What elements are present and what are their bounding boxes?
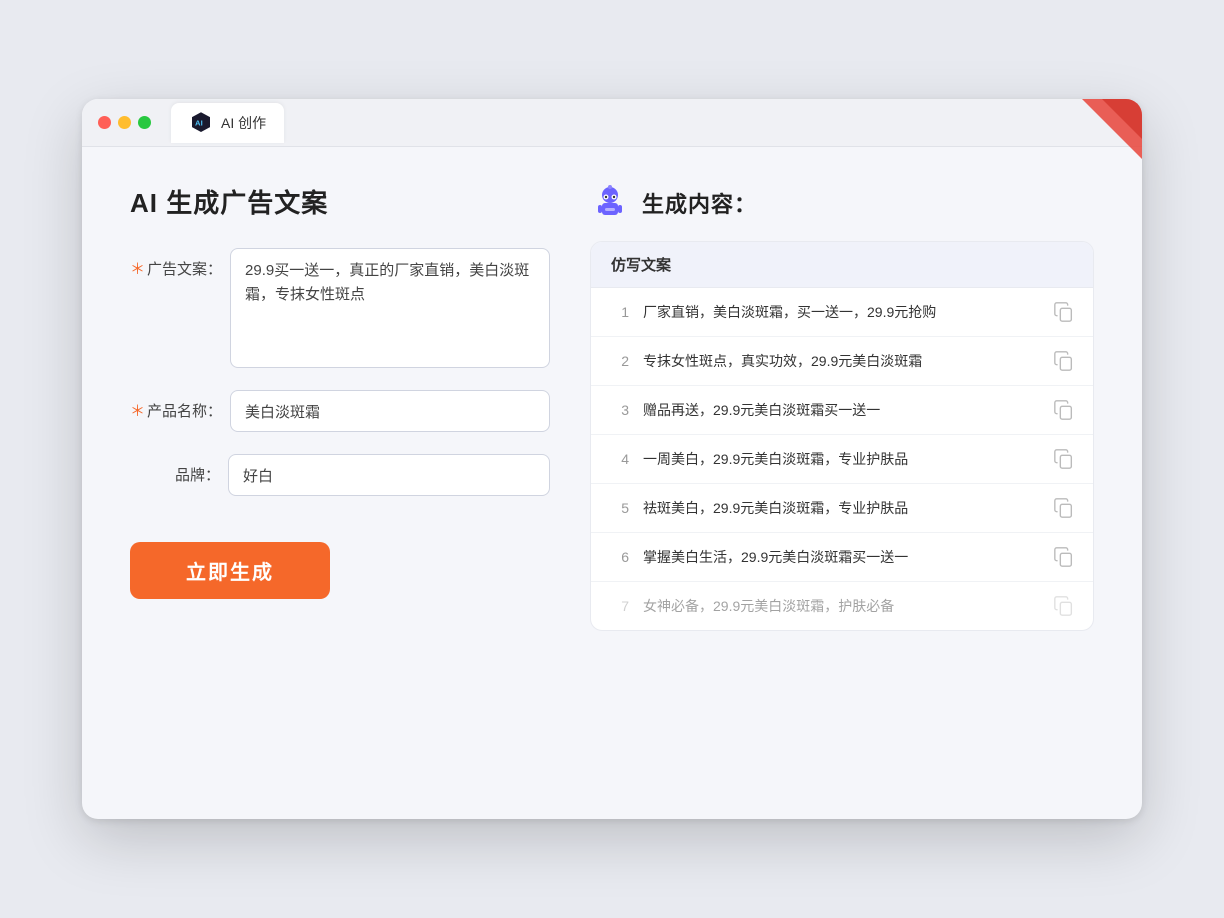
row-number: 6 bbox=[609, 549, 629, 565]
ad-copy-input[interactable]: 29.9买一送一，真正的厂家直销，美白淡斑霜，专抹女性斑点 bbox=[230, 248, 550, 368]
row-number: 2 bbox=[609, 353, 629, 369]
table-row: 3 赠品再送，29.9元美白淡斑霜买一送一 bbox=[591, 386, 1093, 435]
table-row: 7 女神必备，29.9元美白淡斑霜，护肤必备 bbox=[591, 582, 1093, 630]
row-number: 5 bbox=[609, 500, 629, 516]
left-panel: AI 生成广告文案 ＊广告文案： 29.9买一送一，真正的厂家直销，美白淡斑霜，… bbox=[130, 183, 550, 631]
copy-icon[interactable] bbox=[1053, 497, 1075, 519]
robot-icon bbox=[590, 183, 630, 223]
brand-group: 品牌： 好白 bbox=[130, 454, 550, 496]
svg-text:AI: AI bbox=[195, 118, 203, 127]
result-header: 生成内容： bbox=[590, 183, 1094, 223]
row-number: 7 bbox=[609, 598, 629, 614]
result-title: 生成内容： bbox=[642, 187, 757, 219]
brand-input[interactable]: 好白 bbox=[228, 454, 550, 496]
row-text: 赠品再送，29.9元美白淡斑霜买一送一 bbox=[643, 400, 1039, 421]
table-row: 5 祛斑美白，29.9元美白淡斑霜，专业护肤品 bbox=[591, 484, 1093, 533]
copy-icon[interactable] bbox=[1053, 448, 1075, 470]
product-name-input[interactable]: 美白淡斑霜 bbox=[230, 390, 550, 432]
maximize-button[interactable] bbox=[138, 116, 151, 129]
minimize-button[interactable] bbox=[118, 116, 131, 129]
table-header: 仿写文案 bbox=[591, 242, 1093, 288]
product-name-group: ＊产品名称： 美白淡斑霜 bbox=[130, 390, 550, 432]
content-area: AI 生成广告文案 ＊广告文案： 29.9买一送一，真正的厂家直销，美白淡斑霜，… bbox=[82, 147, 1142, 667]
page-title: AI 生成广告文案 bbox=[130, 183, 550, 220]
ai-tab-icon: AI bbox=[189, 111, 213, 135]
traffic-lights bbox=[98, 116, 151, 129]
result-table: 仿写文案 1 厂家直销，美白淡斑霜，买一送一，29.9元抢购 2 专抹女性斑点，… bbox=[590, 241, 1094, 631]
ad-copy-group: ＊广告文案： 29.9买一送一，真正的厂家直销，美白淡斑霜，专抹女性斑点 bbox=[130, 248, 550, 368]
brand-label: 品牌： bbox=[130, 454, 220, 485]
table-row: 2 专抹女性斑点，真实功效，29.9元美白淡斑霜 bbox=[591, 337, 1093, 386]
row-text: 掌握美白生活，29.9元美白淡斑霜买一送一 bbox=[643, 547, 1039, 568]
row-number: 4 bbox=[609, 451, 629, 467]
table-row: 4 一周美白，29.9元美白淡斑霜，专业护肤品 bbox=[591, 435, 1093, 484]
copy-icon[interactable] bbox=[1053, 595, 1075, 617]
row-number: 3 bbox=[609, 402, 629, 418]
product-name-required: ＊ bbox=[130, 403, 145, 420]
table-row: 6 掌握美白生活，29.9元美白淡斑霜买一送一 bbox=[591, 533, 1093, 582]
row-text: 女神必备，29.9元美白淡斑霜，护肤必备 bbox=[643, 596, 1039, 617]
copy-icon[interactable] bbox=[1053, 301, 1075, 323]
ad-copy-required: ＊ bbox=[130, 261, 145, 278]
row-number: 1 bbox=[609, 304, 629, 320]
right-panel: 生成内容： 仿写文案 1 厂家直销，美白淡斑霜，买一送一，29.9元抢购 2 专… bbox=[590, 183, 1094, 631]
browser-window: AI AI 创作 AI 生成广告文案 ＊广告文案： 29.9买一送一，真正的厂家… bbox=[82, 99, 1142, 819]
ai-tab[interactable]: AI AI 创作 bbox=[171, 103, 284, 143]
close-button[interactable] bbox=[98, 116, 111, 129]
row-text: 厂家直销，美白淡斑霜，买一送一，29.9元抢购 bbox=[643, 302, 1039, 323]
table-row: 1 厂家直销，美白淡斑霜，买一送一，29.9元抢购 bbox=[591, 288, 1093, 337]
copy-icon[interactable] bbox=[1053, 350, 1075, 372]
result-rows: 1 厂家直销，美白淡斑霜，买一送一，29.9元抢购 2 专抹女性斑点，真实功效，… bbox=[591, 288, 1093, 630]
row-text: 一周美白，29.9元美白淡斑霜，专业护肤品 bbox=[643, 449, 1039, 470]
generate-button[interactable]: 立即生成 bbox=[130, 542, 330, 599]
copy-icon[interactable] bbox=[1053, 546, 1075, 568]
product-name-label: ＊产品名称： bbox=[130, 390, 222, 421]
copy-icon[interactable] bbox=[1053, 399, 1075, 421]
title-bar: AI AI 创作 bbox=[82, 99, 1142, 147]
row-text: 专抹女性斑点，真实功效，29.9元美白淡斑霜 bbox=[643, 351, 1039, 372]
tab-label: AI 创作 bbox=[221, 113, 266, 133]
ad-copy-label: ＊广告文案： bbox=[130, 248, 222, 279]
row-text: 祛斑美白，29.9元美白淡斑霜，专业护肤品 bbox=[643, 498, 1039, 519]
